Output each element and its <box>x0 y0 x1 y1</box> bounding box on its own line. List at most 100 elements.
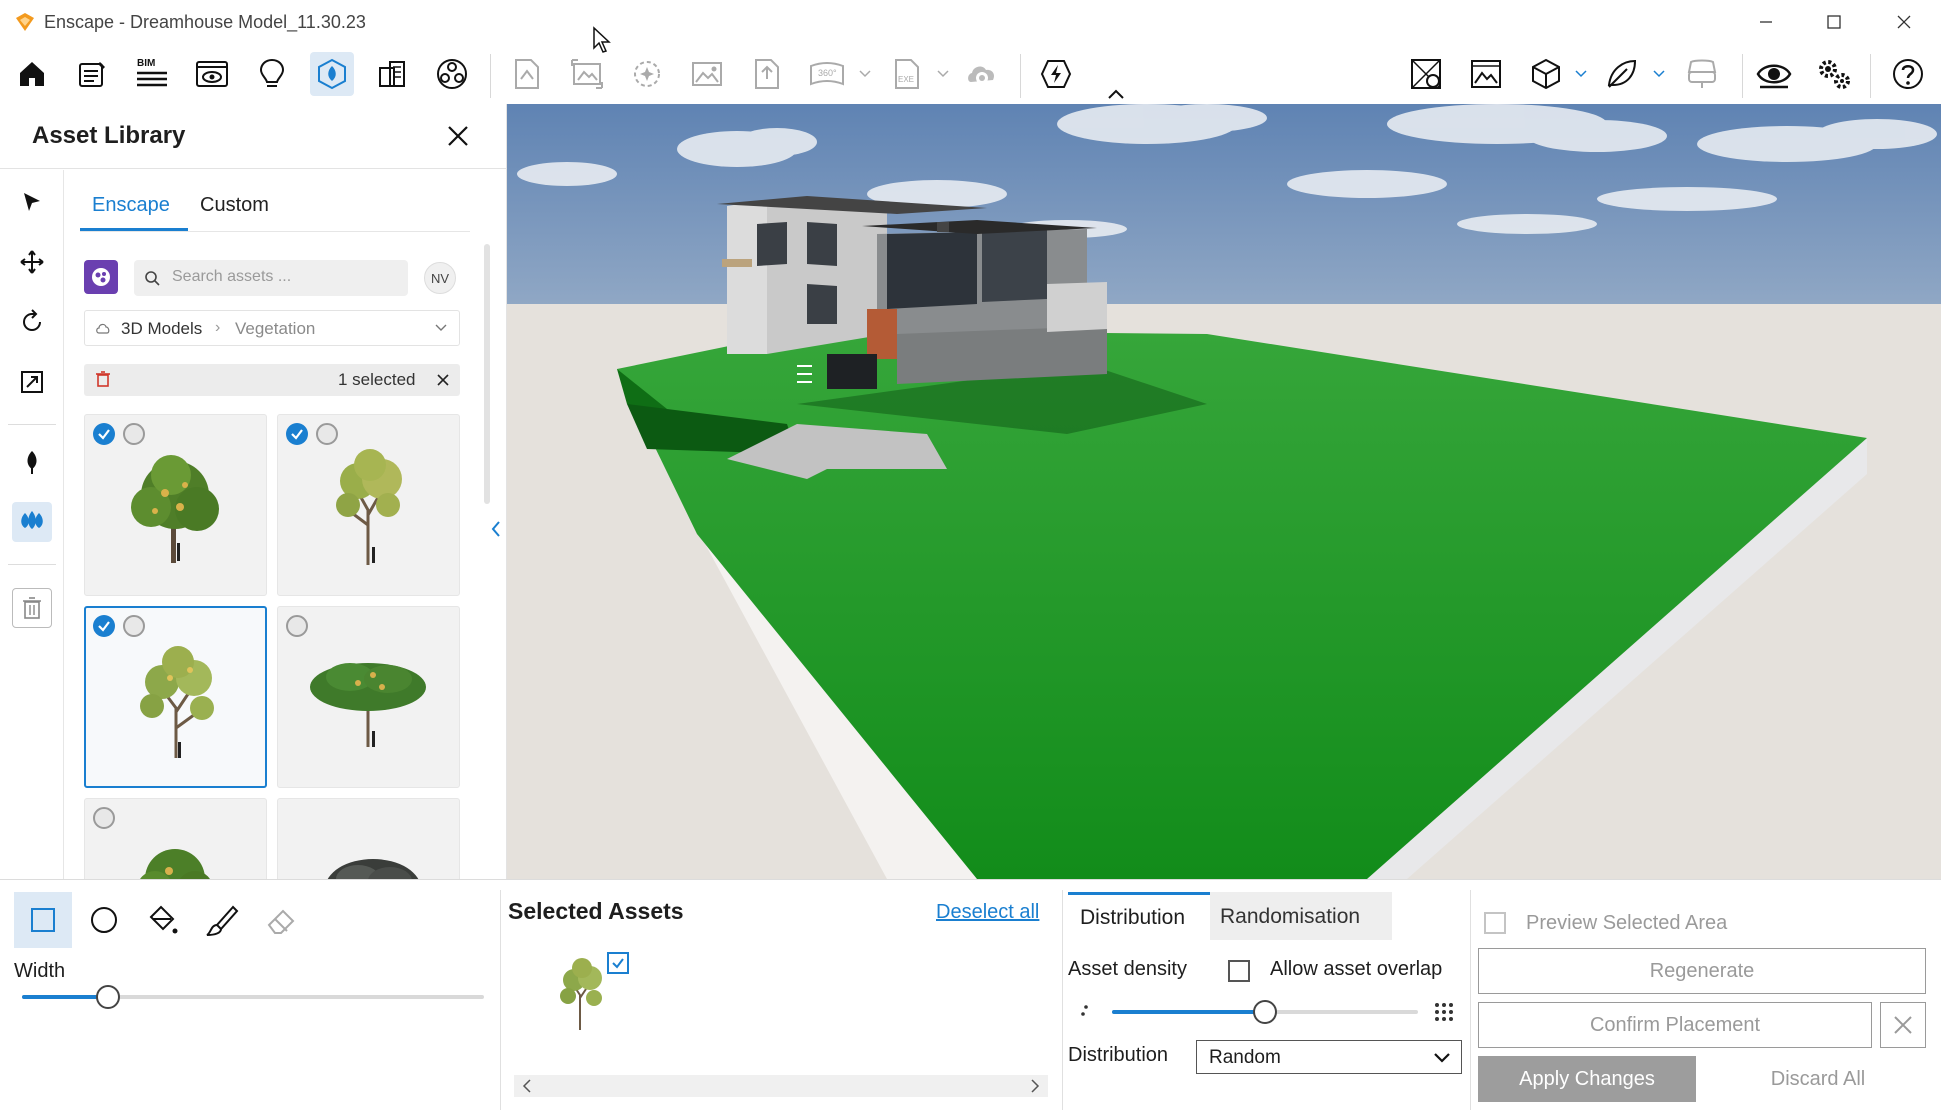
scale-icon[interactable] <box>12 362 52 402</box>
settings-gear-icon[interactable] <box>1812 52 1856 96</box>
scroll-left-icon[interactable] <box>522 1078 532 1094</box>
fill-bucket-icon[interactable] <box>136 892 188 948</box>
asset-options-icon[interactable] <box>316 423 338 445</box>
light-bulb-icon[interactable] <box>250 52 294 96</box>
minimize-icon[interactable] <box>1742 8 1790 36</box>
bim-icon[interactable]: BIM <box>130 52 174 96</box>
scroll-right-icon[interactable] <box>1030 1078 1040 1094</box>
distribution-select[interactable]: Random <box>1196 1040 1462 1074</box>
discard-all-button[interactable]: Discard All <box>1710 1056 1926 1102</box>
asset-thumbnail[interactable] <box>277 798 460 880</box>
selection-bar: 1 selected <box>84 364 460 396</box>
asset-logo-icon[interactable] <box>84 260 118 294</box>
checkmark-icon[interactable] <box>93 423 115 445</box>
close-panel-icon[interactable] <box>440 120 476 152</box>
export-exe-icon[interactable]: EXE <box>885 52 929 96</box>
panorama-icon[interactable]: 360° <box>805 52 849 96</box>
asset-options-icon[interactable] <box>123 615 145 637</box>
tab-enscape[interactable]: Enscape <box>92 194 170 217</box>
tab-custom[interactable]: Custom <box>200 194 269 217</box>
search-placeholder: Search assets ... <box>172 268 292 285</box>
asset-thumbnail[interactable] <box>84 798 267 880</box>
breadcrumb[interactable]: 3D Models › Vegetation <box>84 310 460 346</box>
cancel-placement-button[interactable] <box>1880 1002 1926 1048</box>
clear-selection-icon[interactable] <box>436 373 450 387</box>
allow-overlap-checkbox[interactable] <box>1228 960 1250 982</box>
export-file-icon[interactable] <box>745 52 789 96</box>
viewer-window-icon[interactable] <box>190 52 234 96</box>
move-icon[interactable] <box>12 242 52 282</box>
eraser-icon[interactable] <box>256 892 308 948</box>
site-context-icon[interactable] <box>1404 52 1448 96</box>
search-input[interactable]: Search assets ... <box>134 260 408 296</box>
rotate-icon[interactable] <box>12 302 52 342</box>
asset-thumbnail-selected[interactable] <box>84 606 267 788</box>
home-icon[interactable] <box>10 52 54 96</box>
3d-viewport[interactable] <box>507 104 1941 879</box>
tabs-divider <box>80 231 470 232</box>
scatter-trees-icon[interactable] <box>12 502 52 542</box>
density-slider[interactable] <box>1112 1000 1418 1024</box>
preview-area-checkbox[interactable] <box>1484 912 1506 934</box>
checkmark-icon[interactable] <box>93 615 115 637</box>
single-tree-icon[interactable] <box>12 442 52 482</box>
vegetation-leaf-icon[interactable] <box>1600 52 1644 96</box>
user-avatar[interactable]: NV <box>424 262 456 294</box>
width-slider[interactable] <box>22 985 484 1009</box>
select-arrow-icon[interactable] <box>12 182 52 222</box>
asset-library-panel: Asset Library Enscape Custom Search asse… <box>0 104 507 880</box>
chevron-down-icon[interactable] <box>435 324 447 332</box>
delete-trash-icon[interactable] <box>12 588 52 628</box>
eye-icon[interactable] <box>1752 52 1796 96</box>
screenshot-icon[interactable] <box>685 52 729 96</box>
upload-web-icon[interactable] <box>960 52 1004 96</box>
chevron-down-icon[interactable] <box>1574 66 1588 82</box>
width-slider-handle[interactable] <box>96 985 120 1009</box>
side-tool-strip <box>0 170 64 880</box>
selected-asset-checkbox[interactable] <box>607 952 629 974</box>
cube-view-icon[interactable] <box>1524 52 1568 96</box>
asset-thumbnail[interactable] <box>84 414 267 596</box>
asset-library-icon[interactable] <box>310 52 354 96</box>
chevron-down-icon[interactable] <box>1652 66 1666 82</box>
enscape-logo-icon <box>14 11 36 33</box>
confirm-placement-button[interactable]: Confirm Placement <box>1478 1002 1872 1048</box>
live-update-icon[interactable] <box>1034 52 1078 96</box>
asset-options-icon[interactable] <box>93 807 115 829</box>
export-image-icon[interactable] <box>505 52 549 96</box>
checkmark-icon[interactable] <box>286 423 308 445</box>
tree-icon <box>140 646 214 758</box>
asset-thumbnail[interactable] <box>277 414 460 596</box>
rectangle-brush-icon[interactable] <box>14 892 72 948</box>
section-divider <box>500 890 501 1110</box>
asset-thumbnail[interactable] <box>277 606 460 788</box>
asset-options-icon[interactable] <box>286 615 308 637</box>
vr-headset-icon[interactable] <box>1680 52 1724 96</box>
apply-changes-button[interactable]: Apply Changes <box>1478 1056 1696 1102</box>
batch-render-icon[interactable] <box>565 52 609 96</box>
tab-randomisation[interactable]: Randomisation <box>1210 892 1392 940</box>
project-info-icon[interactable] <box>70 52 114 96</box>
asset-options-icon[interactable] <box>123 423 145 445</box>
asset-scrollbar[interactable] <box>484 244 490 504</box>
help-icon[interactable] <box>1886 52 1930 96</box>
density-slider-handle[interactable] <box>1253 1000 1277 1024</box>
breadcrumb-root[interactable]: 3D Models <box>121 319 202 339</box>
tab-distribution[interactable]: Distribution <box>1068 892 1210 940</box>
trash-icon[interactable] <box>96 371 110 387</box>
regenerate-button[interactable]: Regenerate <box>1478 948 1926 994</box>
render-effects-icon[interactable] <box>625 52 669 96</box>
selected-assets-scrollbar[interactable] <box>514 1075 1048 1097</box>
chevron-down-icon[interactable] <box>858 66 872 82</box>
maximize-icon[interactable] <box>1810 8 1858 36</box>
material-editor-icon[interactable] <box>370 52 414 96</box>
visual-settings-icon[interactable] <box>430 52 474 96</box>
deselect-all-link[interactable]: Deselect all <box>936 901 1039 924</box>
collapse-panel-chevron-icon[interactable] <box>486 514 506 544</box>
close-icon[interactable] <box>1880 8 1928 36</box>
image-editor-icon[interactable] <box>1464 52 1508 96</box>
paint-brush-icon[interactable] <box>196 892 248 948</box>
circle-brush-icon[interactable] <box>78 892 130 948</box>
chevron-down-icon[interactable] <box>936 66 950 82</box>
chevron-up-icon[interactable] <box>1104 86 1128 102</box>
